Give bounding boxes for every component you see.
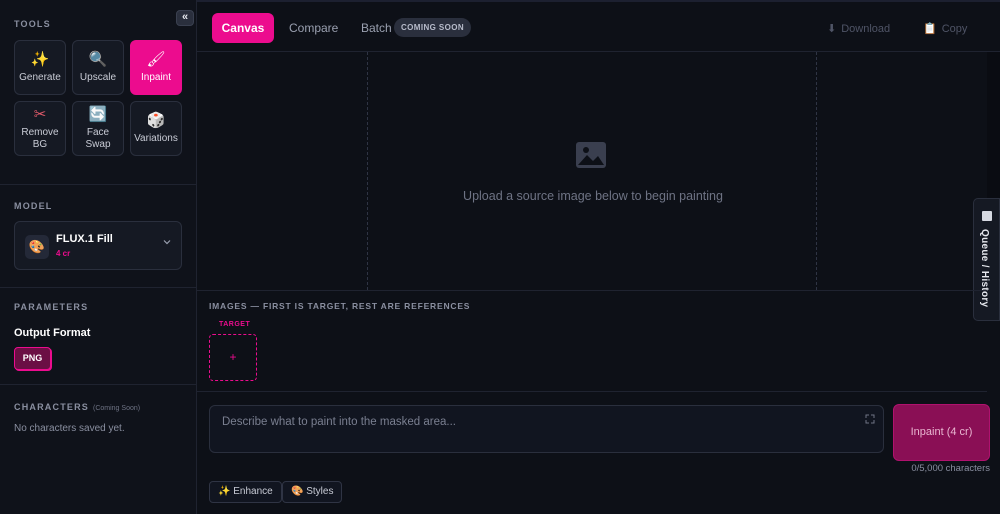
- characters-section-title: CHARACTERS (Coming Soon): [14, 402, 140, 412]
- download-icon: ⬇: [827, 23, 837, 35]
- palette-icon: 🎨: [25, 235, 49, 259]
- inpaint-submit-button[interactable]: Inpaint (4 cr): [893, 404, 990, 461]
- image-icon: [576, 142, 606, 168]
- canvas-dropzone[interactable]: Upload a source image below to begin pai…: [367, 52, 817, 290]
- divider: [0, 287, 197, 288]
- tool-upscale[interactable]: 🔍 Upscale: [72, 40, 124, 95]
- enhance-button[interactable]: ✨ Enhance: [209, 481, 282, 503]
- plus-icon: +: [229, 350, 237, 364]
- coming-soon-badge: COMING SOON: [394, 18, 472, 37]
- brush-icon: 🖌: [146, 51, 166, 68]
- tool-remove-bg[interactable]: ✂ Remove BG: [14, 101, 66, 156]
- document-icon: [982, 211, 992, 221]
- tab-batch[interactable]: Batch: [361, 21, 392, 35]
- tools-section-title: TOOLS: [14, 19, 51, 29]
- main-panel: Canvas Compare Batch COMING SOON ⬇ Downlo…: [197, 0, 1000, 514]
- model-selector[interactable]: 🎨 FLUX.1 Fill 4 cr: [14, 221, 182, 270]
- images-section-title: IMAGES — FIRST IS TARGET, REST ARE REFER…: [209, 301, 471, 311]
- upload-placeholder-text: Upload a source image below to begin pai…: [463, 189, 723, 203]
- sparkles-icon: ✨: [30, 51, 50, 68]
- collapse-sidebar-button[interactable]: «: [176, 10, 194, 26]
- download-button[interactable]: ⬇ Download: [827, 22, 890, 35]
- magnifier-icon: 🔍: [88, 51, 108, 68]
- clipboard-icon: 📋: [923, 23, 937, 35]
- tool-label: Variations: [134, 133, 178, 144]
- copy-button[interactable]: 📋 Copy: [923, 22, 967, 35]
- coming-soon-note: (Coming Soon): [93, 405, 141, 412]
- download-label: Download: [841, 23, 891, 35]
- expand-icon[interactable]: [865, 414, 875, 424]
- dice-icon: 🎲: [146, 112, 166, 129]
- tool-label: Generate: [19, 72, 61, 83]
- add-target-image-button[interactable]: +: [209, 334, 257, 381]
- tools-grid: ✨ Generate 🔍 Upscale 🖌 Inpaint ✂ Remove …: [14, 40, 184, 156]
- prompt-input[interactable]: [210, 406, 860, 452]
- no-characters-text: No characters saved yet.: [14, 423, 125, 434]
- tool-label: Remove BG: [21, 127, 59, 150]
- output-format-label: Output Format: [14, 327, 91, 339]
- tool-label: Face Swap: [85, 127, 111, 150]
- characters-title-text: CHARACTERS: [14, 402, 89, 412]
- tool-label: Inpaint: [140, 72, 172, 83]
- tool-generate[interactable]: ✨ Generate: [14, 40, 66, 95]
- tool-face-swap[interactable]: 🔄 Face Swap: [72, 101, 124, 156]
- tab-compare[interactable]: Compare: [289, 21, 338, 35]
- character-count: 0/5,000 characters: [911, 463, 990, 474]
- tool-variations[interactable]: 🎲 Variations: [130, 101, 182, 156]
- swap-icon: 🔄: [88, 106, 108, 123]
- styles-button[interactable]: 🎨 Styles: [282, 481, 343, 503]
- output-format-png-button[interactable]: PNG: [14, 347, 51, 370]
- tab-canvas[interactable]: Canvas: [212, 13, 274, 43]
- tool-inpaint[interactable]: 🖌 Inpaint: [130, 40, 182, 95]
- model-name: FLUX.1 Fill: [56, 233, 113, 245]
- prompt-box: [209, 405, 884, 453]
- images-section: IMAGES — FIRST IS TARGET, REST ARE REFER…: [197, 290, 987, 392]
- parameters-section-title: PARAMETERS: [14, 302, 89, 312]
- chevron-down-icon: [163, 240, 171, 245]
- tool-label: Upscale: [79, 72, 117, 83]
- model-section-title: MODEL: [14, 201, 53, 211]
- divider: [0, 184, 197, 185]
- divider: [0, 384, 197, 385]
- canvas-area: Upload a source image below to begin pai…: [197, 52, 987, 290]
- scissors-icon: ✂: [33, 106, 47, 123]
- sidebar: TOOLS « ✨ Generate 🔍 Upscale 🖌 Inpaint ✂…: [0, 0, 197, 514]
- target-label: TARGET: [219, 321, 251, 328]
- model-cost: 4 cr: [56, 249, 71, 258]
- top-bar: Canvas Compare Batch COMING SOON ⬇ Downlo…: [197, 0, 1000, 52]
- copy-label: Copy: [941, 23, 968, 35]
